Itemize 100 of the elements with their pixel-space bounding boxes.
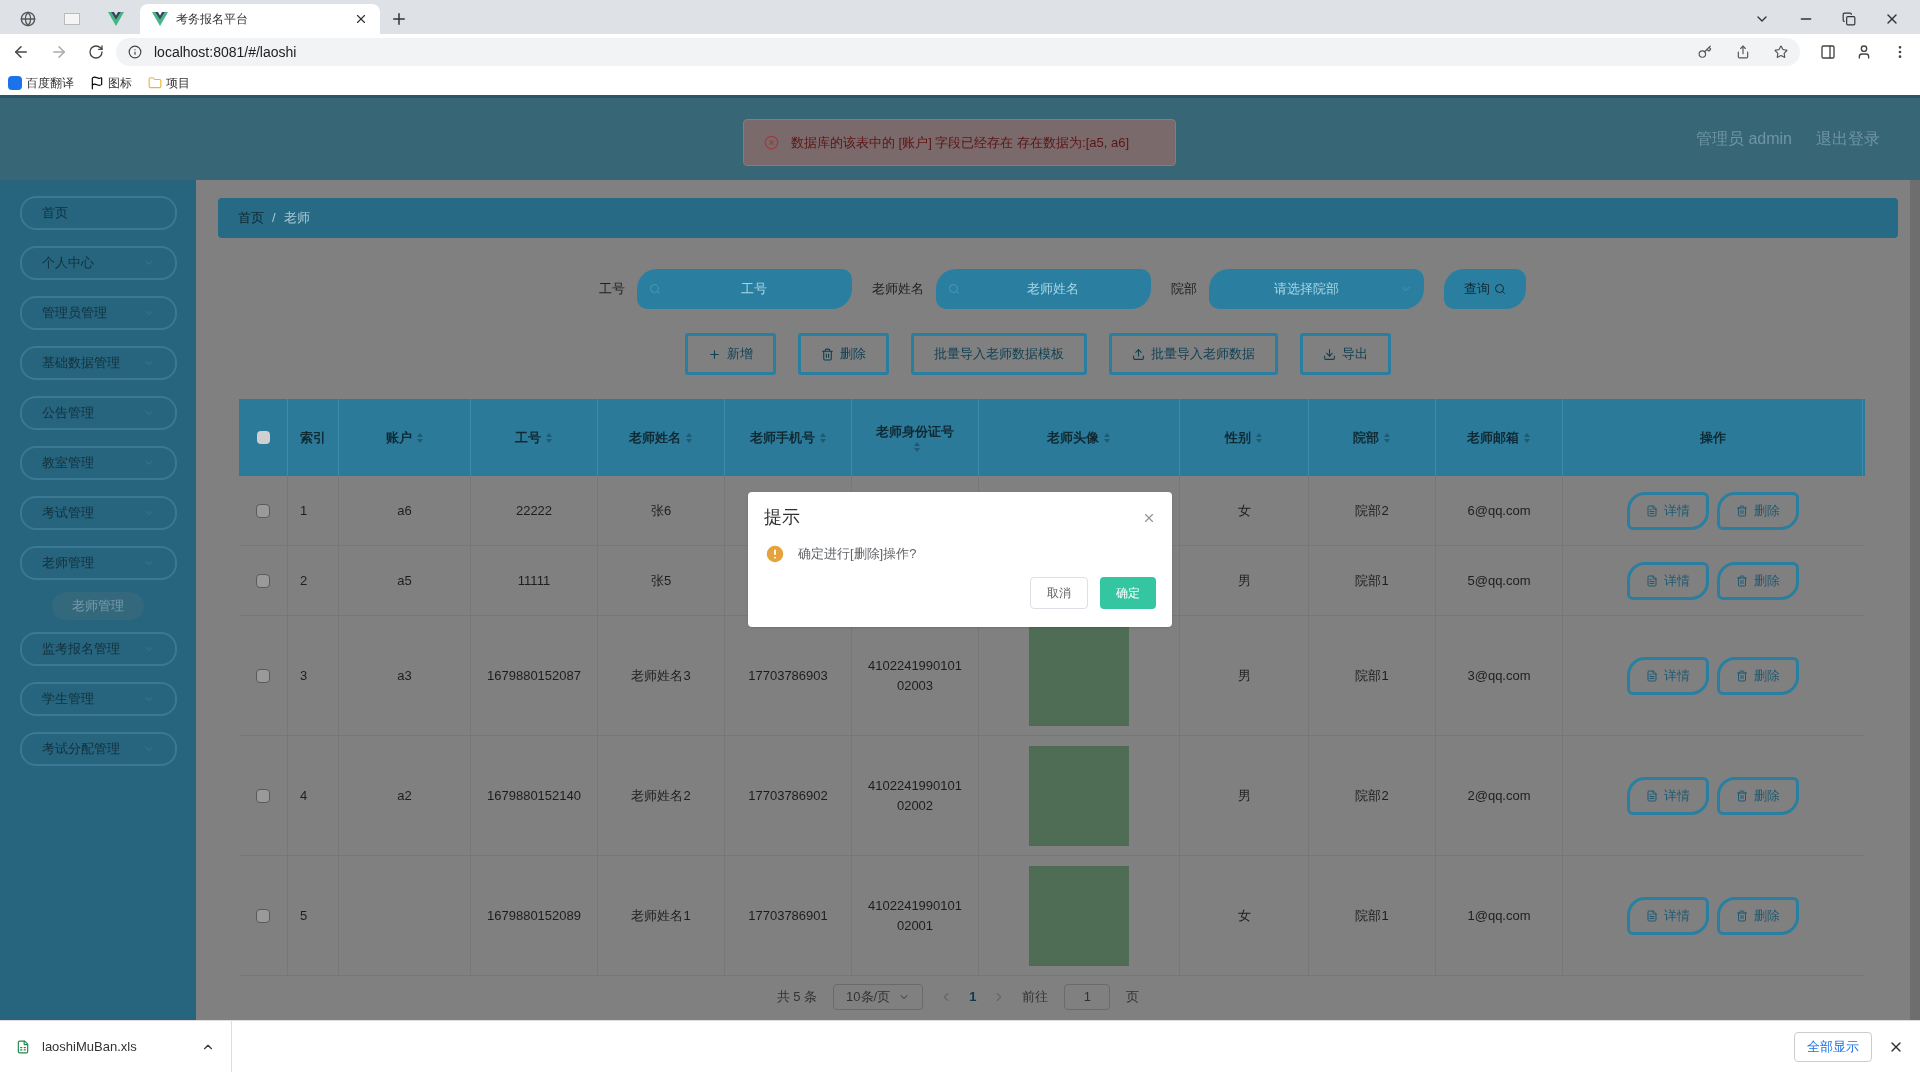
page-icon[interactable] [64, 13, 80, 25]
table-cell-text: 1@qq.com [1467, 906, 1531, 925]
select-all-checkbox[interactable] [256, 431, 270, 444]
delete-button[interactable]: 删除 [1717, 896, 1799, 935]
breadcrumb-link[interactable]: 首页 [238, 208, 264, 228]
table-cell-text: 17703786901 [748, 906, 828, 925]
details-button[interactable]: 详情 [1627, 896, 1709, 935]
globe-icon[interactable] [20, 11, 36, 27]
details-button[interactable]: 详情 [1627, 561, 1709, 600]
column-header[interactable]: 老师邮箱 [1436, 399, 1563, 476]
sidebar-item[interactable]: 老师管理 [19, 546, 177, 580]
toolbar-button[interactable]: 新增 [685, 333, 776, 375]
column-header[interactable]: 索引 [288, 399, 339, 476]
row-checkbox[interactable] [256, 788, 270, 803]
sort-icon[interactable] [1383, 431, 1391, 444]
column-header[interactable]: 老师手机号 [725, 399, 852, 476]
details-button[interactable]: 详情 [1627, 776, 1709, 815]
page-input[interactable]: 1 [1064, 984, 1111, 1010]
sort-icon[interactable] [1523, 431, 1531, 444]
sidebar-item[interactable]: 学生管理 [19, 682, 177, 716]
side-panel-icon[interactable] [1820, 44, 1836, 60]
column-header[interactable]: 老师头像 [979, 399, 1180, 476]
breadcrumb-separator: / [272, 209, 276, 228]
sort-icon[interactable] [1255, 431, 1263, 444]
table-cell-text: 17703786902 [748, 786, 828, 805]
search-field[interactable]: 工号 [636, 269, 852, 309]
column-header[interactable]: 老师姓名 [598, 399, 725, 476]
address-field[interactable]: localhost:8081/#/laoshi [116, 38, 1800, 66]
close-icon[interactable] [354, 12, 368, 26]
goto-label: 前往 [1022, 988, 1049, 1007]
sidebar-subitem[interactable]: 老师管理 [52, 592, 144, 620]
restore-icon[interactable] [1842, 12, 1856, 26]
download-item[interactable]: laoshiMuBan.xls [0, 1021, 232, 1072]
sidebar-item[interactable]: 考试管理 [19, 496, 177, 530]
toolbar-button[interactable]: 批量导入老师数据模板 [911, 333, 1087, 375]
sidebar-item[interactable]: 管理员管理 [19, 296, 177, 330]
scrollbar[interactable] [1910, 180, 1920, 1020]
show-all-button[interactable]: 全部显示 [1794, 1031, 1872, 1062]
row-checkbox[interactable] [256, 908, 270, 923]
table-cell-text: 男 [1237, 786, 1251, 805]
column-header[interactable]: 账户 [339, 399, 471, 476]
sort-icon[interactable] [913, 441, 921, 454]
sidebar-item[interactable]: 公告管理 [19, 396, 177, 430]
sort-icon[interactable] [685, 431, 693, 444]
reload-icon[interactable] [88, 44, 104, 60]
delete-button[interactable]: 删除 [1717, 561, 1799, 600]
row-checkbox[interactable] [256, 668, 270, 683]
bookmark-item[interactable]: 项目 [148, 73, 190, 92]
search-field[interactable]: 老师姓名 [935, 269, 1151, 309]
query-button[interactable]: 查询 [1443, 269, 1526, 309]
toolbar-button[interactable]: 批量导入老师数据 [1109, 333, 1278, 375]
sidebar-item[interactable]: 基础数据管理 [19, 346, 177, 380]
sort-icon[interactable] [415, 431, 424, 444]
share-icon[interactable] [1736, 45, 1750, 59]
bookmark-item[interactable]: 图标 [90, 73, 132, 92]
sort-icon[interactable] [1103, 431, 1111, 444]
department-select[interactable]: 请选择院部 [1208, 269, 1424, 309]
confirm-button[interactable]: 确定 [1100, 577, 1156, 609]
profile-icon[interactable] [1856, 44, 1872, 60]
delete-button[interactable]: 删除 [1717, 776, 1799, 815]
sort-icon[interactable] [545, 431, 553, 444]
trash-icon [1736, 504, 1748, 517]
table-cell-text: 张6 [650, 501, 672, 520]
table-cell-text: 院部2 [1355, 786, 1389, 805]
sidebar-item[interactable]: 教室管理 [19, 446, 177, 480]
key-icon[interactable] [1698, 45, 1712, 59]
delete-button[interactable]: 删除 [1717, 656, 1799, 695]
bookmark-star-icon[interactable] [1774, 45, 1788, 59]
sidebar-item[interactable]: 考试分配管理 [19, 732, 177, 766]
sidebar-item[interactable]: 个人中心 [19, 246, 177, 280]
sidebar-item[interactable]: 监考报名管理 [19, 632, 177, 666]
column-header[interactable]: 老师身份证号 [852, 399, 979, 476]
column-header[interactable]: 性别 [1180, 399, 1309, 476]
column-header[interactable]: 工号 [471, 399, 598, 476]
toolbar-button[interactable]: 删除 [798, 333, 889, 375]
bookmark-item[interactable]: 百度翻译 [8, 73, 74, 92]
row-checkbox[interactable] [256, 573, 270, 588]
delete-button[interactable]: 删除 [1717, 491, 1799, 530]
column-header[interactable]: 操作 [1563, 399, 1863, 476]
page-number[interactable]: 1 [969, 987, 977, 1007]
page-size-select[interactable]: 10条/页 [833, 984, 924, 1010]
cancel-button[interactable]: 取消 [1030, 577, 1088, 609]
trash-icon [1736, 909, 1748, 922]
total-count: 共 5 条 [776, 988, 818, 1007]
browser-tab[interactable]: 考务报名平台 [140, 4, 380, 34]
sort-icon[interactable] [818, 431, 827, 444]
document-icon [1646, 669, 1658, 682]
field-label: 院部 [1170, 280, 1197, 299]
column-header[interactable]: 院部 [1309, 399, 1436, 476]
info-icon[interactable] [128, 45, 142, 59]
sidebar-item[interactable]: 首页 [19, 196, 177, 230]
table-cell-text: 院部2 [1355, 501, 1389, 520]
details-button[interactable]: 详情 [1627, 491, 1709, 530]
toolbar-button[interactable]: 导出 [1300, 333, 1391, 375]
back-icon[interactable] [12, 43, 30, 61]
new-tab-icon[interactable] [390, 10, 408, 28]
breadcrumb-link[interactable]: 老师 [283, 208, 310, 228]
details-button[interactable]: 详情 [1627, 656, 1709, 695]
row-checkbox[interactable] [256, 503, 270, 518]
forward-icon[interactable] [50, 43, 68, 61]
